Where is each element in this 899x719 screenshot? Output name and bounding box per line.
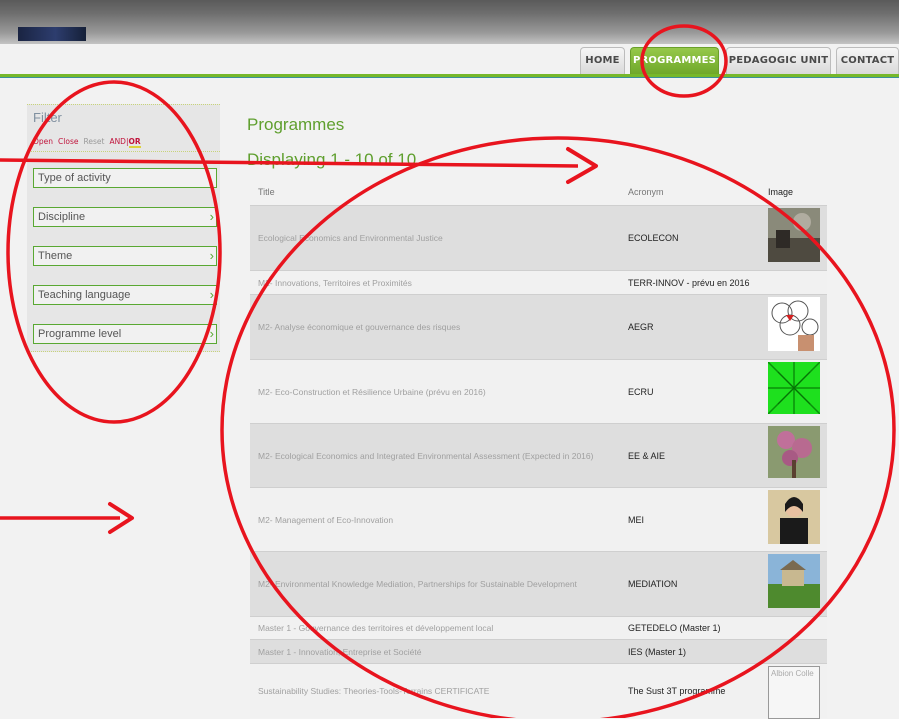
chevron-right-icon: › <box>209 326 214 341</box>
filter-title: Filter <box>33 110 62 125</box>
table-row[interactable]: Sustainability Studies: Theories-Tools-T… <box>250 663 827 719</box>
programme-thumbnail[interactable] <box>768 490 820 544</box>
image-alt-text: Albion Colle <box>771 669 814 678</box>
programme-title-link[interactable]: M2- Management of Eco-Innovation <box>258 515 393 525</box>
programme-thumbnail[interactable] <box>768 297 820 351</box>
tab-contact[interactable]: CONTACT <box>836 47 899 74</box>
column-header-title[interactable]: Title <box>258 187 275 197</box>
filter-label: Programme level <box>38 328 122 340</box>
filter-controls: Open Close Reset AND|OR <box>33 137 146 148</box>
programme-acronym: ECRU <box>628 386 654 397</box>
table-row[interactable]: M2- Environmental Knowledge Mediation, P… <box>250 551 827 616</box>
programme-acronym: MEDIATION <box>628 579 678 589</box>
column-header-acronym[interactable]: Acronym <box>628 187 664 197</box>
filter-and-toggle[interactable]: AND <box>109 137 126 146</box>
table-row[interactable]: Ecological Economics and Environmental J… <box>250 205 827 270</box>
tab-home[interactable]: HOME <box>580 47 625 74</box>
nav-underline <box>0 74 899 78</box>
programme-thumbnail[interactable] <box>768 208 820 262</box>
programme-acronym: EE & AIE <box>628 450 666 461</box>
table-row[interactable]: M2- Innovations, Territoires et Proximit… <box>250 270 827 294</box>
site-logo[interactable] <box>18 27 86 41</box>
table-row[interactable]: Master 1 - Gouvernance des territoires e… <box>250 616 827 639</box>
programme-title-link[interactable]: M2- Environmental Knowledge Mediation, P… <box>258 579 577 589</box>
filter-programme-level[interactable]: Programme level › <box>33 324 217 344</box>
programme-title-link[interactable]: M2- Eco-Construction et Résilience Urbai… <box>258 387 486 397</box>
programme-title-link[interactable]: Sustainability Studies: Theories-Tools-T… <box>258 686 489 696</box>
chevron-right-icon: › <box>209 248 214 263</box>
filter-label: Discipline <box>38 211 86 223</box>
programme-acronym: TERR-INNOV - prévu en 2016 <box>628 277 750 288</box>
programme-title-link[interactable]: M2- Analyse économique et gouvernance de… <box>258 322 460 332</box>
programme-thumbnail-placeholder[interactable]: Albion Colle <box>768 666 820 719</box>
programme-thumbnail[interactable] <box>768 362 820 414</box>
filter-label: Type of activity <box>38 172 111 184</box>
arrow-right-icon <box>566 147 598 184</box>
table-row[interactable]: M2- Eco-Construction et Résilience Urbai… <box>250 359 827 423</box>
filter-discipline[interactable]: Discipline › <box>33 207 217 227</box>
filter-theme[interactable]: Theme › <box>33 246 217 266</box>
filter-teaching-language[interactable]: Teaching language › <box>33 285 217 305</box>
filter-divider <box>27 151 220 152</box>
filter-or-toggle[interactable]: OR <box>128 137 141 148</box>
filter-close-link[interactable]: Close <box>58 137 78 146</box>
programme-acronym: MEI <box>628 514 645 525</box>
chevron-right-icon: › <box>209 287 214 302</box>
chevron-right-icon: › <box>209 209 214 224</box>
tab-pedagogic-unit[interactable]: PEDAGOGIC UNIT <box>726 47 831 74</box>
top-banner <box>0 0 899 44</box>
programme-title-link[interactable]: Master 1 - Innovation, Entreprise et Soc… <box>258 647 421 657</box>
tab-programmes[interactable]: PROGRAMMES <box>630 47 719 74</box>
table-row[interactable]: M2- Analyse économique et gouvernance de… <box>250 294 827 359</box>
filter-type-of-activity[interactable]: Type of activity <box>33 168 217 188</box>
programme-acronym: IES (Master 1) <box>628 646 687 657</box>
programme-acronym: ECOLECON <box>628 233 679 243</box>
programme-thumbnail[interactable] <box>768 554 820 608</box>
programme-title-link[interactable]: Ecological Economics and Environmental J… <box>258 233 443 243</box>
page-title: Programmes <box>247 115 345 134</box>
filter-panel: Filter Open Close Reset AND|OR Type of acti… <box>27 104 220 352</box>
programme-title-link[interactable]: Master 1 - Gouvernance des territoires e… <box>258 623 493 633</box>
filter-reset-link[interactable]: Reset <box>83 137 104 146</box>
results-count: Displaying 1 - 10 of 10 <box>247 150 417 169</box>
programme-acronym: AEGR <box>628 322 654 332</box>
column-header-image: Image <box>768 187 794 197</box>
programme-acronym: The Sust 3T programme <box>628 686 726 696</box>
table-row[interactable]: M2- Ecological Economics and Integrated … <box>250 423 827 487</box>
table-row[interactable]: M2- Management of Eco-Innovation MEI <box>250 487 827 551</box>
arrow-right-icon <box>108 502 134 534</box>
programme-title-link[interactable]: M2- Innovations, Territoires et Proximit… <box>258 278 412 288</box>
programme-thumbnail[interactable] <box>768 426 820 478</box>
table-row[interactable]: Master 1 - Innovation, Entreprise et Soc… <box>250 639 827 663</box>
filter-label: Theme <box>38 250 73 262</box>
programme-title-link[interactable]: M2- Ecological Economics and Integrated … <box>258 451 593 461</box>
filter-open-link[interactable]: Open <box>33 137 53 146</box>
programme-acronym: GETEDELO (Master 1) <box>628 623 721 633</box>
filter-label: Teaching language <box>38 289 131 301</box>
